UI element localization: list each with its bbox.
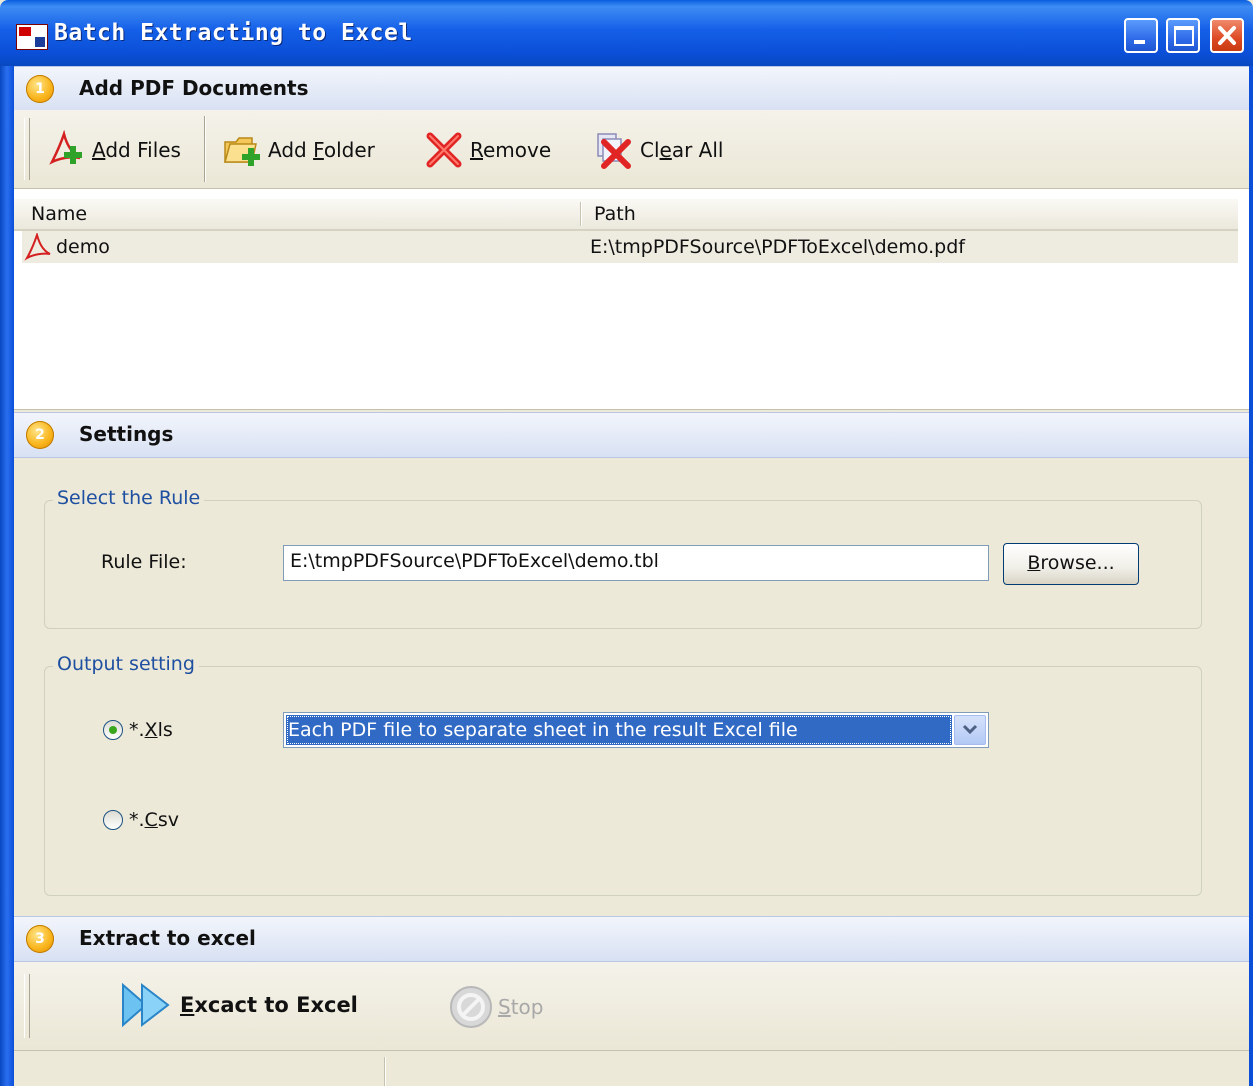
pdf-file-list[interactable]: Name Path demo E:\tmpPDFSource\PDFToExce… — [14, 189, 1249, 410]
dropdown-button[interactable] — [954, 715, 986, 745]
stop-button[interactable]: Stop — [448, 984, 543, 1030]
stop-icon — [450, 986, 492, 1028]
section-header-add: 1 Add PDF Documents — [14, 66, 1249, 112]
rule-file-input[interactable]: E:\tmpPDFSource\PDFToExcel\demo.tbl — [283, 545, 989, 581]
step-badge-1: 1 — [26, 75, 54, 103]
remove-icon — [426, 132, 462, 168]
maximize-button[interactable] — [1166, 18, 1200, 53]
output-mode-select[interactable]: Each PDF file to separate sheet in the r… — [283, 712, 989, 748]
status-bar-divider — [384, 1057, 385, 1086]
action-toolbar-grip[interactable] — [24, 974, 30, 1038]
xls-radio[interactable]: *.Xls — [103, 719, 173, 741]
section-title-add: Add PDF Documents — [79, 76, 309, 100]
add-pdf-file-icon — [49, 130, 82, 165]
fast-forward-icon — [122, 982, 170, 1028]
rule-group-legend: Select the Rule — [53, 487, 205, 509]
window-frame-left — [0, 66, 14, 1086]
status-bar — [14, 1050, 1249, 1086]
csv-radio-indicator — [103, 810, 123, 830]
clear-all-icon — [597, 133, 631, 169]
xls-radio-label: *.Xls — [129, 719, 173, 741]
rule-group: Select the Rule Rule File: E:\tmpPDFSour… — [44, 487, 1202, 629]
browse-button[interactable]: Browse... — [1003, 543, 1139, 585]
app-window: Batch Extracting to Excel 1 Add PDF Docu… — [0, 0, 1253, 1086]
file-path: E:\tmpPDFSource\PDFToExcel\demo.pdf — [590, 236, 965, 258]
stop-label: Stop — [498, 995, 544, 1019]
maximize-icon — [1174, 26, 1194, 46]
window-frame-right — [1249, 66, 1253, 1086]
add-folder-button[interactable]: Add Folder — [222, 128, 375, 172]
extract-to-excel-label: Excact to Excel — [180, 993, 358, 1017]
column-header-name[interactable]: Name — [31, 203, 87, 225]
section-title-extract: Extract to excel — [79, 926, 256, 950]
remove-button[interactable]: Remove — [424, 128, 551, 172]
toolbar-grip[interactable] — [24, 118, 30, 180]
add-folder-icon — [224, 137, 260, 166]
section-header-extract: 3 Extract to excel — [14, 916, 1249, 962]
xls-radio-indicator — [103, 720, 123, 740]
clear-all-button[interactable]: Clear All — [594, 128, 723, 172]
rule-file-label: Rule File: — [101, 551, 187, 573]
csv-radio[interactable]: *.Csv — [103, 809, 179, 831]
add-files-label: Add Files — [92, 138, 181, 162]
remove-label: Remove — [470, 138, 552, 162]
add-folder-label: Add Folder — [268, 138, 375, 162]
output-group-legend: Output setting — [53, 653, 199, 675]
step-badge-2: 2 — [26, 421, 54, 449]
chevron-down-icon — [962, 724, 978, 735]
minimize-icon — [1134, 40, 1145, 44]
section-title-settings: Settings — [79, 422, 174, 446]
file-name: demo — [56, 236, 110, 258]
close-button[interactable] — [1210, 18, 1244, 53]
minimize-button[interactable] — [1124, 18, 1158, 53]
action-toolbar: Excact to Excel Stop — [14, 962, 1249, 1050]
window-title: Batch Extracting to Excel — [54, 20, 413, 46]
title-bar[interactable]: Batch Extracting to Excel — [0, 0, 1253, 66]
output-group: Output setting *.Xls Each PDF file to se… — [44, 653, 1202, 896]
column-divider[interactable] — [580, 202, 581, 226]
step-badge-3: 3 — [26, 925, 54, 953]
close-icon — [1218, 26, 1236, 45]
list-header: Name Path — [14, 199, 1238, 231]
csv-radio-label: *.Csv — [129, 809, 179, 831]
file-toolbar: Add Files Add Folder Remove Clear All — [14, 110, 1249, 189]
section-header-settings: 2 Settings — [14, 412, 1249, 458]
list-item[interactable]: demo E:\tmpPDFSource\PDFToExcel\demo.pdf — [22, 231, 1238, 263]
clear-all-label: Clear All — [640, 138, 724, 162]
column-header-path[interactable]: Path — [594, 203, 636, 225]
toolbar-separator — [204, 116, 205, 182]
output-mode-selected: Each PDF file to separate sheet in the r… — [286, 715, 952, 745]
add-files-button[interactable]: Add Files — [46, 128, 181, 172]
content-area: 1 Add PDF Documents Add Files Add Folder… — [14, 66, 1249, 1086]
app-icon — [16, 24, 48, 50]
pdf-file-icon — [24, 233, 51, 261]
extract-to-excel-button[interactable]: Excact to Excel — [120, 982, 358, 1028]
